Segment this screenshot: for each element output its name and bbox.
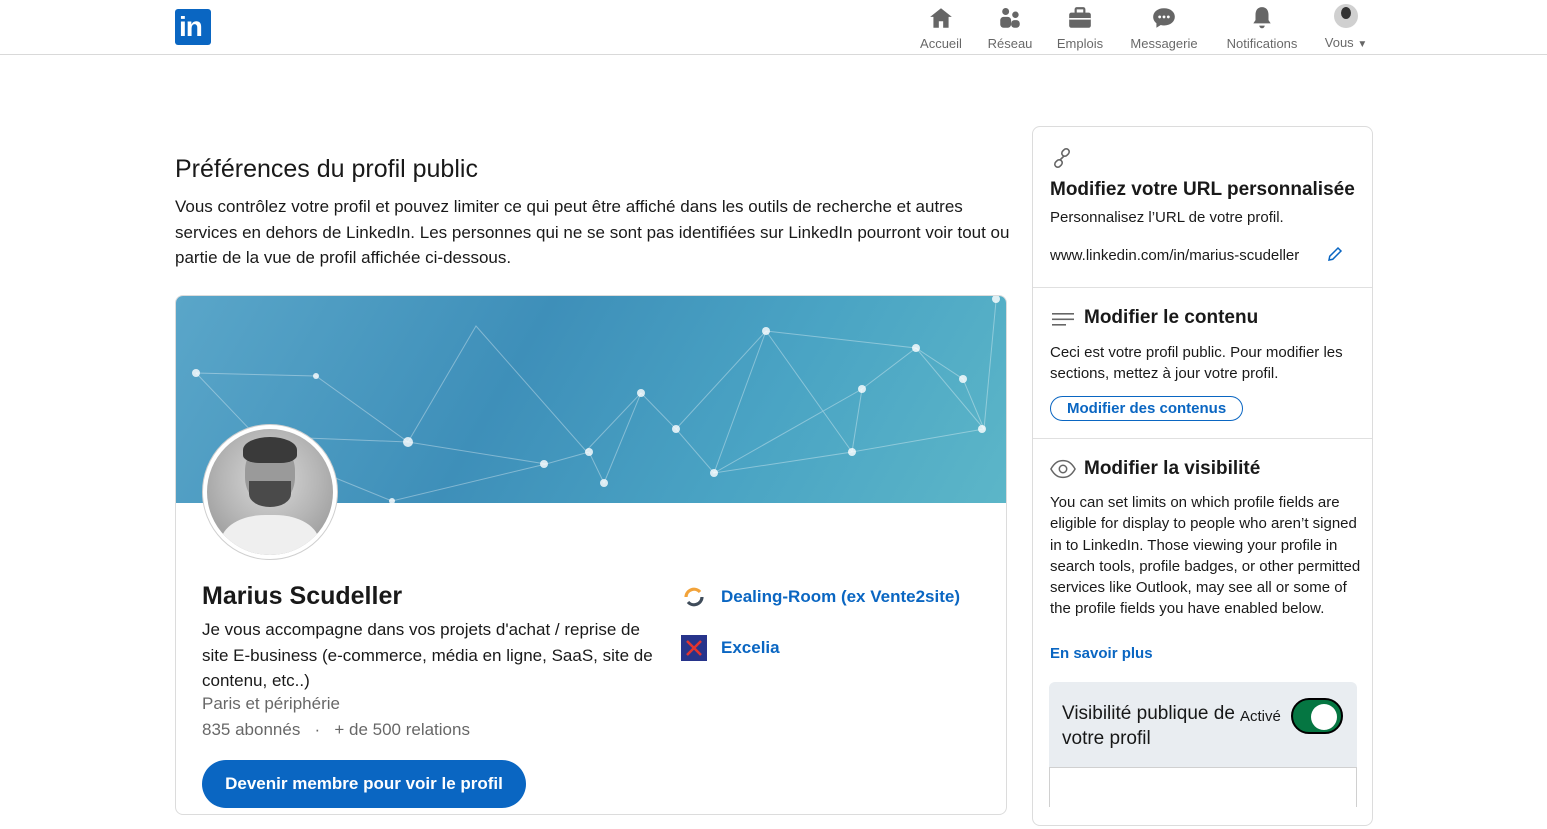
nav-item-reseau[interactable]: Réseau — [987, 4, 1033, 52]
visibility-options-panel — [1049, 767, 1357, 807]
edit-content-text: Ceci est votre profil public. Pour modif… — [1050, 344, 1343, 383]
followers-count: 835 abonnés — [202, 720, 301, 739]
nav-label-notifications: Notifications — [1226, 36, 1298, 51]
org-name-excelia: Excelia — [721, 638, 780, 657]
nav-item-accueil[interactable]: Accueil — [918, 4, 964, 52]
connections-count: + de 500 relations — [334, 720, 470, 739]
learn-more-link[interactable]: En savoir plus — [1050, 645, 1153, 662]
nav-label-emplois: Emplois — [1056, 36, 1104, 51]
top-navigation: in Accueil Réseau Emplois Messagerie Not… — [0, 0, 1547, 55]
home-icon — [930, 8, 952, 28]
dealing-room-logo — [684, 587, 704, 607]
network-icon — [1000, 8, 1020, 28]
excelia-logo — [681, 635, 707, 661]
profile-name: Marius Scudeller — [202, 582, 403, 610]
nav-item-notifications[interactable]: Notifications — [1222, 4, 1302, 52]
page-description: Vous contrôlez votre profil et pouvez li… — [175, 197, 1010, 267]
nav-label-reseau: Réseau — [987, 36, 1033, 51]
pencil-icon[interactable] — [1326, 245, 1344, 263]
profile-headline: Je vous accompagne dans vos projets d'ac… — [202, 620, 653, 690]
profile-location: Paris et périphérie — [202, 694, 340, 713]
edit-visibility-title: Modifier la visibilité — [1084, 458, 1261, 479]
stats-separator: · — [314, 720, 321, 739]
nav-label-vous: Vous ▼ — [1324, 35, 1368, 50]
edit-contents-button[interactable]: Modifier des contenus — [1050, 396, 1244, 421]
linkedin-logo[interactable]: in — [175, 9, 211, 45]
profile-photo — [202, 424, 338, 560]
public-visibility-toggle[interactable] — [1291, 698, 1343, 734]
lines-icon — [1052, 313, 1074, 326]
public-visibility-panel: Visibilité publique de votre profil Acti… — [1049, 682, 1357, 807]
edit-content-section: Modifier le contenu Ceci est votre profi… — [1033, 288, 1372, 439]
nav-item-vous[interactable]: Vous ▼ — [1322, 4, 1370, 52]
public-visibility-status: Activé — [1240, 708, 1281, 725]
nav-item-messagerie[interactable]: Messagerie — [1128, 4, 1200, 52]
nav-item-emplois[interactable]: Emplois — [1056, 4, 1104, 52]
public-visibility-label: Visibilité publique de votre profil — [1062, 703, 1235, 749]
eye-icon — [1050, 459, 1076, 479]
org-excelia[interactable]: Excelia — [681, 635, 780, 661]
avatar — [1334, 4, 1358, 28]
logo-text: in — [179, 11, 203, 42]
profile-settings-sidebar: Modifiez votre URL personnalisée Personn… — [1032, 126, 1373, 826]
custom-url-section: Modifiez votre URL personnalisée Personn… — [1033, 127, 1372, 288]
link-icon — [1053, 147, 1071, 169]
custom-url-value: www.linkedin.com/in/marius-scudeller — [1050, 247, 1300, 264]
custom-url-title: Modifiez votre URL personnalisée — [1050, 179, 1355, 200]
bell-icon — [1253, 7, 1271, 29]
page-title: Préférences du profil public — [175, 155, 478, 183]
join-to-view-button[interactable]: Devenir membre pour voir le profil — [202, 760, 526, 808]
briefcase-icon — [1069, 7, 1091, 28]
profile-stats: 835 abonnés · + de 500 relations — [202, 720, 470, 740]
caret-down-icon: ▼ — [1357, 39, 1368, 50]
public-profile-preview: Marius Scudeller Je vous accompagne dans… — [175, 295, 1007, 815]
nav-label-messagerie: Messagerie — [1130, 36, 1198, 51]
toggle-knob — [1311, 704, 1337, 730]
messaging-icon — [1153, 8, 1175, 28]
edit-content-title: Modifier le contenu — [1084, 307, 1259, 328]
org-dealing-room[interactable]: Dealing-Room (ex Vente2site) — [681, 584, 960, 610]
custom-url-subtitle: Personnalisez l’URL de votre profil. — [1050, 209, 1284, 226]
org-name-dealing-room: Dealing-Room (ex Vente2site) — [721, 587, 961, 606]
nav-label-accueil: Accueil — [920, 36, 962, 51]
edit-visibility-text: You can set limits on which profile fiel… — [1050, 494, 1361, 618]
